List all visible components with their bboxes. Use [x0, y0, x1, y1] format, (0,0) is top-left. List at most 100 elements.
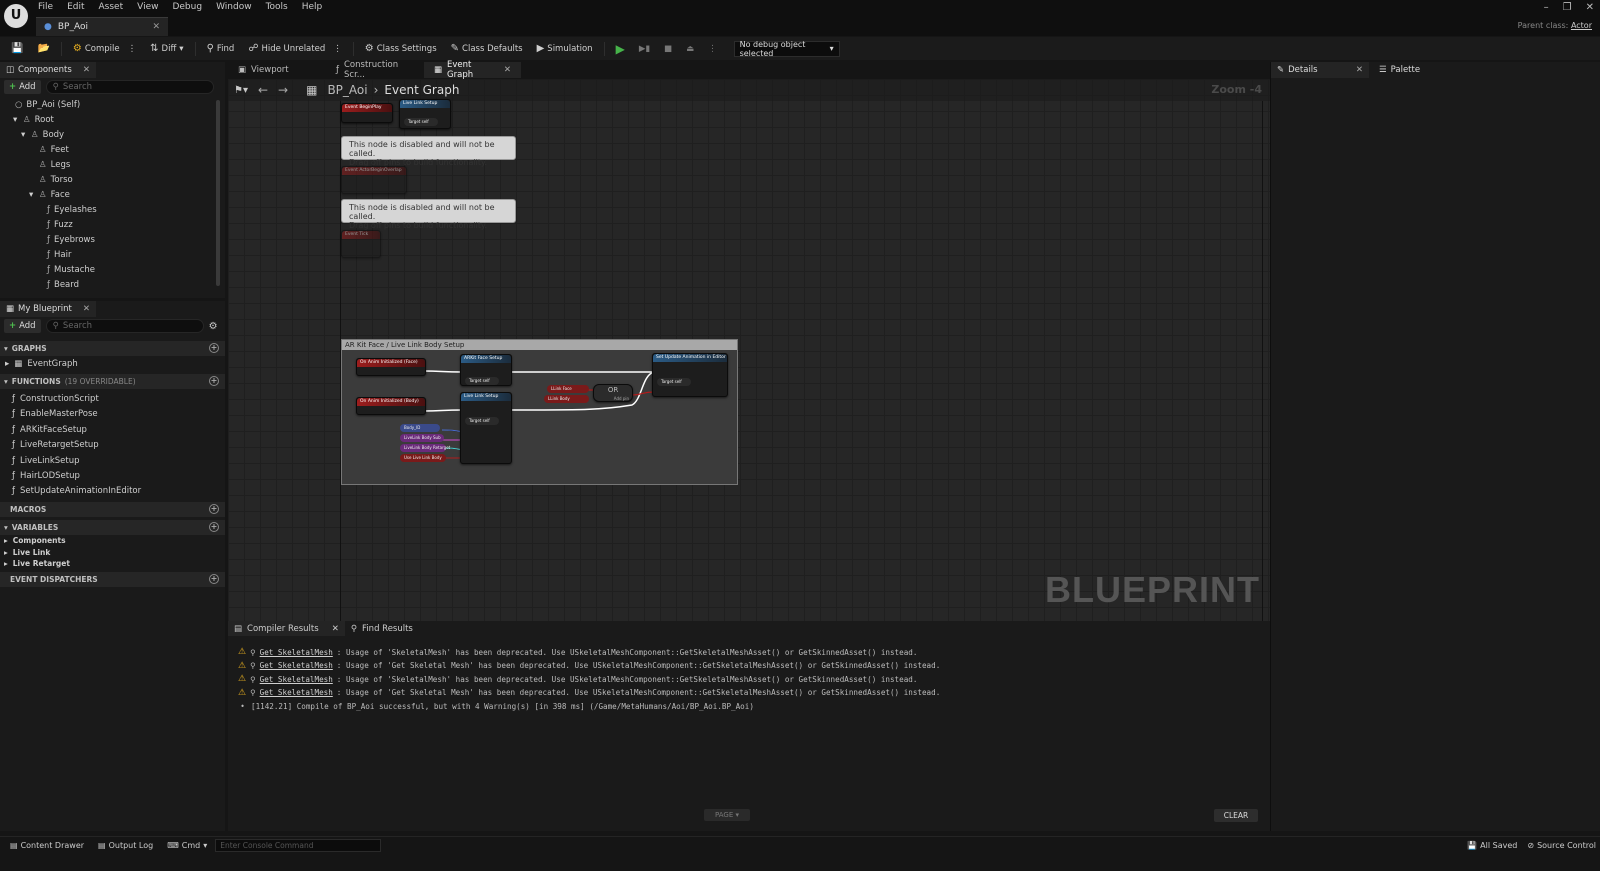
llink-face-variable[interactable]: LLink Face	[547, 385, 589, 393]
chevron-down-icon[interactable]: ▾	[21, 130, 27, 140]
play-button[interactable]: ▶	[611, 39, 630, 59]
search-icon[interactable]: ⚲	[250, 675, 256, 684]
warning-message[interactable]: ⚠ ⚲ Get_SkeletalMesh: Usage of 'Get Skelet…	[238, 687, 940, 699]
component-tree-item[interactable]: ƒ Eyelashes	[5, 202, 225, 217]
close-tab-icon[interactable]: ✕	[83, 65, 90, 75]
function-item[interactable]: ƒ ConstructionScript	[0, 391, 225, 406]
more-options-icon[interactable]: ⋮	[128, 44, 137, 54]
search-icon[interactable]: ⚲	[250, 661, 256, 670]
more-options-icon[interactable]: ⋮	[333, 44, 342, 54]
variables-section-header[interactable]: ▾ VARIABLES +	[0, 520, 225, 536]
menu-view[interactable]: View	[137, 0, 158, 14]
eject-button[interactable]: ⏏	[681, 39, 699, 59]
livelink-body-sub-variable[interactable]: LiveLink Body Sub	[400, 434, 444, 442]
add-graph-icon[interactable]: +	[209, 343, 219, 353]
hide-unrelated-button[interactable]: ☍ Hide Unrelated ⋮	[243, 39, 346, 59]
tab-event-graph[interactable]: ▦ Event Graph ✕	[424, 60, 521, 80]
bookmark-icon[interactable]: ⚑▾	[234, 85, 248, 96]
close-tab-icon[interactable]: ✕	[83, 304, 90, 314]
on-anim-initialized-body-node[interactable]: On Anim Initialized (Body)	[356, 397, 426, 415]
component-tree-item[interactable]: ♙ Feet	[5, 142, 225, 157]
graph-item-eventgraph[interactable]: ▸ ▦ EventGraph	[0, 356, 225, 371]
chevron-down-icon[interactable]: ▾	[13, 115, 19, 125]
add-function-icon[interactable]: +	[209, 376, 219, 387]
compile-button[interactable]: ⚙ Compile ⋮	[68, 39, 141, 59]
restore-icon[interactable]: ❐	[1563, 2, 1572, 13]
component-tree-item[interactable]: ƒ Beard	[5, 277, 225, 292]
variable-category[interactable]: ▸ Live Retarget	[0, 558, 225, 570]
minimize-icon[interactable]: –	[1544, 2, 1549, 13]
node-link[interactable]: Get_SkeletalMesh	[260, 675, 333, 684]
class-settings-button[interactable]: ⚙ Class Settings	[360, 39, 442, 59]
content-drawer-button[interactable]: ▤ Content Drawer	[4, 838, 90, 853]
output-log-button[interactable]: ▤ Output Log	[92, 838, 159, 853]
component-tree-item[interactable]: ▾ ♙ Face	[5, 187, 225, 202]
menu-asset[interactable]: Asset	[99, 0, 124, 14]
live-link-setup-node[interactable]: Live Link Setup Target self	[460, 392, 512, 464]
diff-button[interactable]: ⇅ Diff ▾	[145, 39, 188, 59]
browse-button[interactable]: 📂	[32, 39, 54, 59]
add-variable-icon[interactable]: +	[209, 522, 219, 533]
compile-summary-message[interactable]: • [1142.21] Compile of BP_Aoi successful…	[238, 700, 754, 712]
tab-construction-script[interactable]: ƒ Construction Scr...	[326, 60, 424, 80]
all-saved-indicator[interactable]: 💾 All Saved	[1467, 841, 1517, 850]
console-command-input[interactable]: Enter Console Command	[215, 838, 382, 852]
components-search-input[interactable]: ⚲ Search	[45, 80, 214, 94]
node-link[interactable]: Get_SkeletalMesh	[260, 648, 333, 657]
back-arrow-icon[interactable]: ←	[258, 83, 268, 97]
component-tree-item[interactable]: ○ BP_Aoi (Self)	[5, 97, 225, 112]
gear-icon[interactable]: ⚙	[209, 321, 218, 332]
chevron-down-icon[interactable]: ▾	[29, 190, 35, 200]
warning-message[interactable]: ⚠ ⚲ Get_SkeletalMesh: Usage of 'Get Skelet…	[238, 660, 940, 672]
variable-category[interactable]: ▸ Components	[0, 535, 225, 547]
event-actor-overlap-node[interactable]: Event ActorBeginOverlap	[341, 166, 407, 194]
function-item[interactable]: ƒ LiveRetargetSetup	[0, 438, 225, 453]
step-button[interactable]: ▶▮	[634, 39, 655, 59]
node-link[interactable]: Get_SkeletalMesh	[260, 688, 333, 697]
event-beginplay-node[interactable]: Event BeginPlay	[341, 103, 393, 123]
event-tick-node[interactable]: Event Tick	[341, 230, 381, 258]
forward-arrow-icon[interactable]: →	[278, 83, 288, 97]
add-dispatcher-icon[interactable]: +	[209, 573, 219, 584]
parent-class-link[interactable]: Actor	[1571, 21, 1592, 30]
graphs-section-header[interactable]: ▾ GRAPHS +	[0, 341, 225, 356]
warning-message[interactable]: ⚠ ⚲ Get_SkeletalMesh: Usage of 'SkeletalMe…	[238, 646, 917, 658]
function-item[interactable]: ƒ SetUpdateAnimationInEditor	[0, 484, 225, 499]
livelink-body-retarget-variable[interactable]: LiveLink Body Retarget	[400, 444, 450, 452]
use-live-link-body-variable[interactable]: Use Live Link Body	[400, 454, 446, 462]
page-dropdown[interactable]: PAGE ▾	[704, 809, 750, 821]
body-id-variable[interactable]: Body_ID	[400, 424, 440, 432]
menu-window[interactable]: Window	[216, 0, 252, 14]
function-item[interactable]: ƒ EnableMasterPose	[0, 407, 225, 422]
add-macro-icon[interactable]: +	[209, 504, 219, 515]
component-tree-item[interactable]: ƒ Hair	[5, 247, 225, 262]
component-tree-item[interactable]: ƒ Eyebrows	[5, 232, 225, 247]
tab-compiler-results[interactable]: ▤ Compiler Results ✕	[228, 621, 345, 636]
add-component-button[interactable]: + Add	[4, 80, 41, 94]
tab-details[interactable]: ✎ Details ✕	[1271, 62, 1369, 78]
close-tab-icon[interactable]: ✕	[1356, 65, 1363, 75]
find-button[interactable]: ⚲ Find	[202, 39, 240, 59]
function-item[interactable]: ƒ LiveLinkSetup	[0, 453, 225, 468]
component-tree-item[interactable]: ♙ Legs	[5, 157, 225, 172]
comment-box[interactable]: AR Kit Face / Live Link Body Setup On An…	[341, 339, 738, 485]
close-window-icon[interactable]: ✕	[1586, 2, 1594, 13]
event-graph-canvas[interactable]: ⚑▾ ← → ▦ BP_Aoi › Event Graph Zoom -4 Ev…	[228, 79, 1270, 621]
debug-object-select[interactable]: No debug object selected ▾	[733, 40, 840, 58]
simulation-button[interactable]: ▶ Simulation	[532, 39, 598, 59]
menu-file[interactable]: File	[38, 0, 53, 14]
breadcrumb-root[interactable]: BP_Aoi	[327, 83, 367, 97]
stop-button[interactable]: ■	[659, 39, 677, 59]
tab-viewport[interactable]: ▣ Viewport	[228, 62, 326, 78]
unreal-logo-icon[interactable]: U	[4, 4, 28, 28]
menu-help[interactable]: Help	[302, 0, 323, 14]
play-options-button[interactable]: ⋮	[703, 39, 722, 59]
scrollbar[interactable]	[216, 100, 220, 286]
menu-debug[interactable]: Debug	[172, 0, 202, 14]
clear-button[interactable]: CLEAR	[1214, 809, 1258, 822]
my-blueprint-tab[interactable]: ▦ My Blueprint ✕	[0, 301, 96, 317]
search-icon[interactable]: ⚲	[250, 688, 256, 697]
component-tree-item[interactable]: ♙ Torso	[5, 172, 225, 187]
dispatchers-section-header[interactable]: EVENT DISPATCHERS +	[0, 571, 225, 587]
add-member-button[interactable]: + Add	[4, 319, 41, 333]
